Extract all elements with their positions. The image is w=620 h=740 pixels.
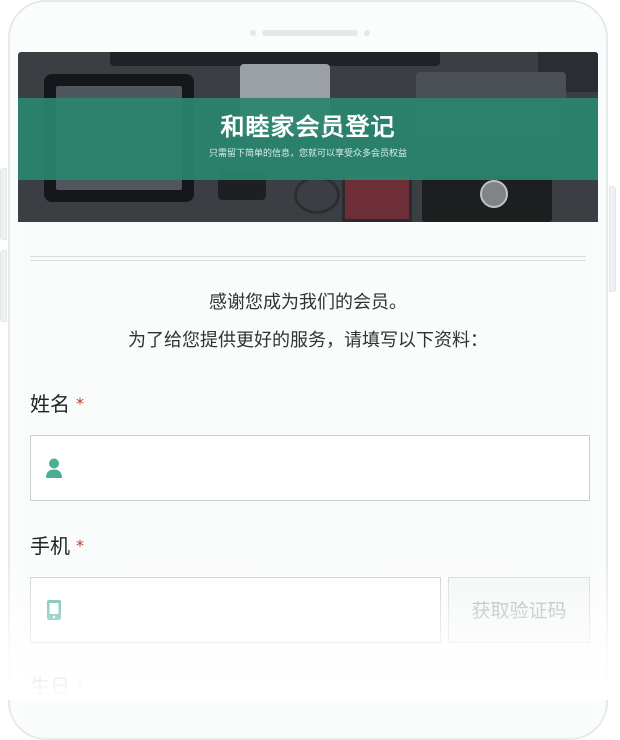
get-verification-code-button[interactable]: 获取验证码 [448,577,590,643]
required-mark: * [76,536,84,555]
required-mark: * [76,394,84,413]
side-button [609,186,616,292]
phone-input[interactable] [77,578,430,644]
name-label-text: 姓名 [30,392,70,416]
section-divider [30,256,586,261]
page-title: 和睦家会员登记 [220,113,396,141]
side-button [0,168,7,240]
sensor-dot [364,30,370,36]
banner-overlay: 和睦家会员登记 只需留下简单的信息，您就可以享受众多会员权益 [18,98,598,180]
header-banner: 和睦家会员登记 只需留下简单的信息，您就可以享受众多会员权益 [18,52,598,222]
banner-photo-shape [294,176,340,214]
page-subtitle: 只需留下简单的信息，您就可以享受众多会员权益 [208,149,407,159]
intro-text: 感谢您成为我们的会员。 为了给您提供更好的服务，请填写以下资料： [18,284,598,360]
side-button [0,250,7,322]
required-mark: * [76,676,84,695]
speaker-grille [250,30,370,36]
screen: 和睦家会员登记 只需留下简单的信息，您就可以享受众多会员权益 感谢您成为我们的会… [18,52,598,738]
phone-frame: 和睦家会员登记 只需留下简单的信息，您就可以享受众多会员权益 感谢您成为我们的会… [8,0,608,740]
intro-line: 为了给您提供更好的服务，请填写以下资料： [128,330,488,351]
phone-field[interactable] [30,577,441,644]
name-input[interactable] [77,436,579,502]
birthday-label-text: 生日 [30,674,70,698]
camera-dot [250,30,256,36]
intro-line: 感谢您成为我们的会员。 [209,292,407,313]
birthday-label: 生日 * [30,672,84,700]
user-icon [46,458,62,478]
name-field[interactable] [30,435,590,502]
phone-label-text: 手机 [30,534,70,558]
name-label: 姓名 * [30,390,84,418]
phone-label: 手机 * [30,532,84,560]
speaker-bar [262,30,358,36]
mobile-phone-icon [47,600,61,620]
banner-photo-shape [480,180,508,208]
